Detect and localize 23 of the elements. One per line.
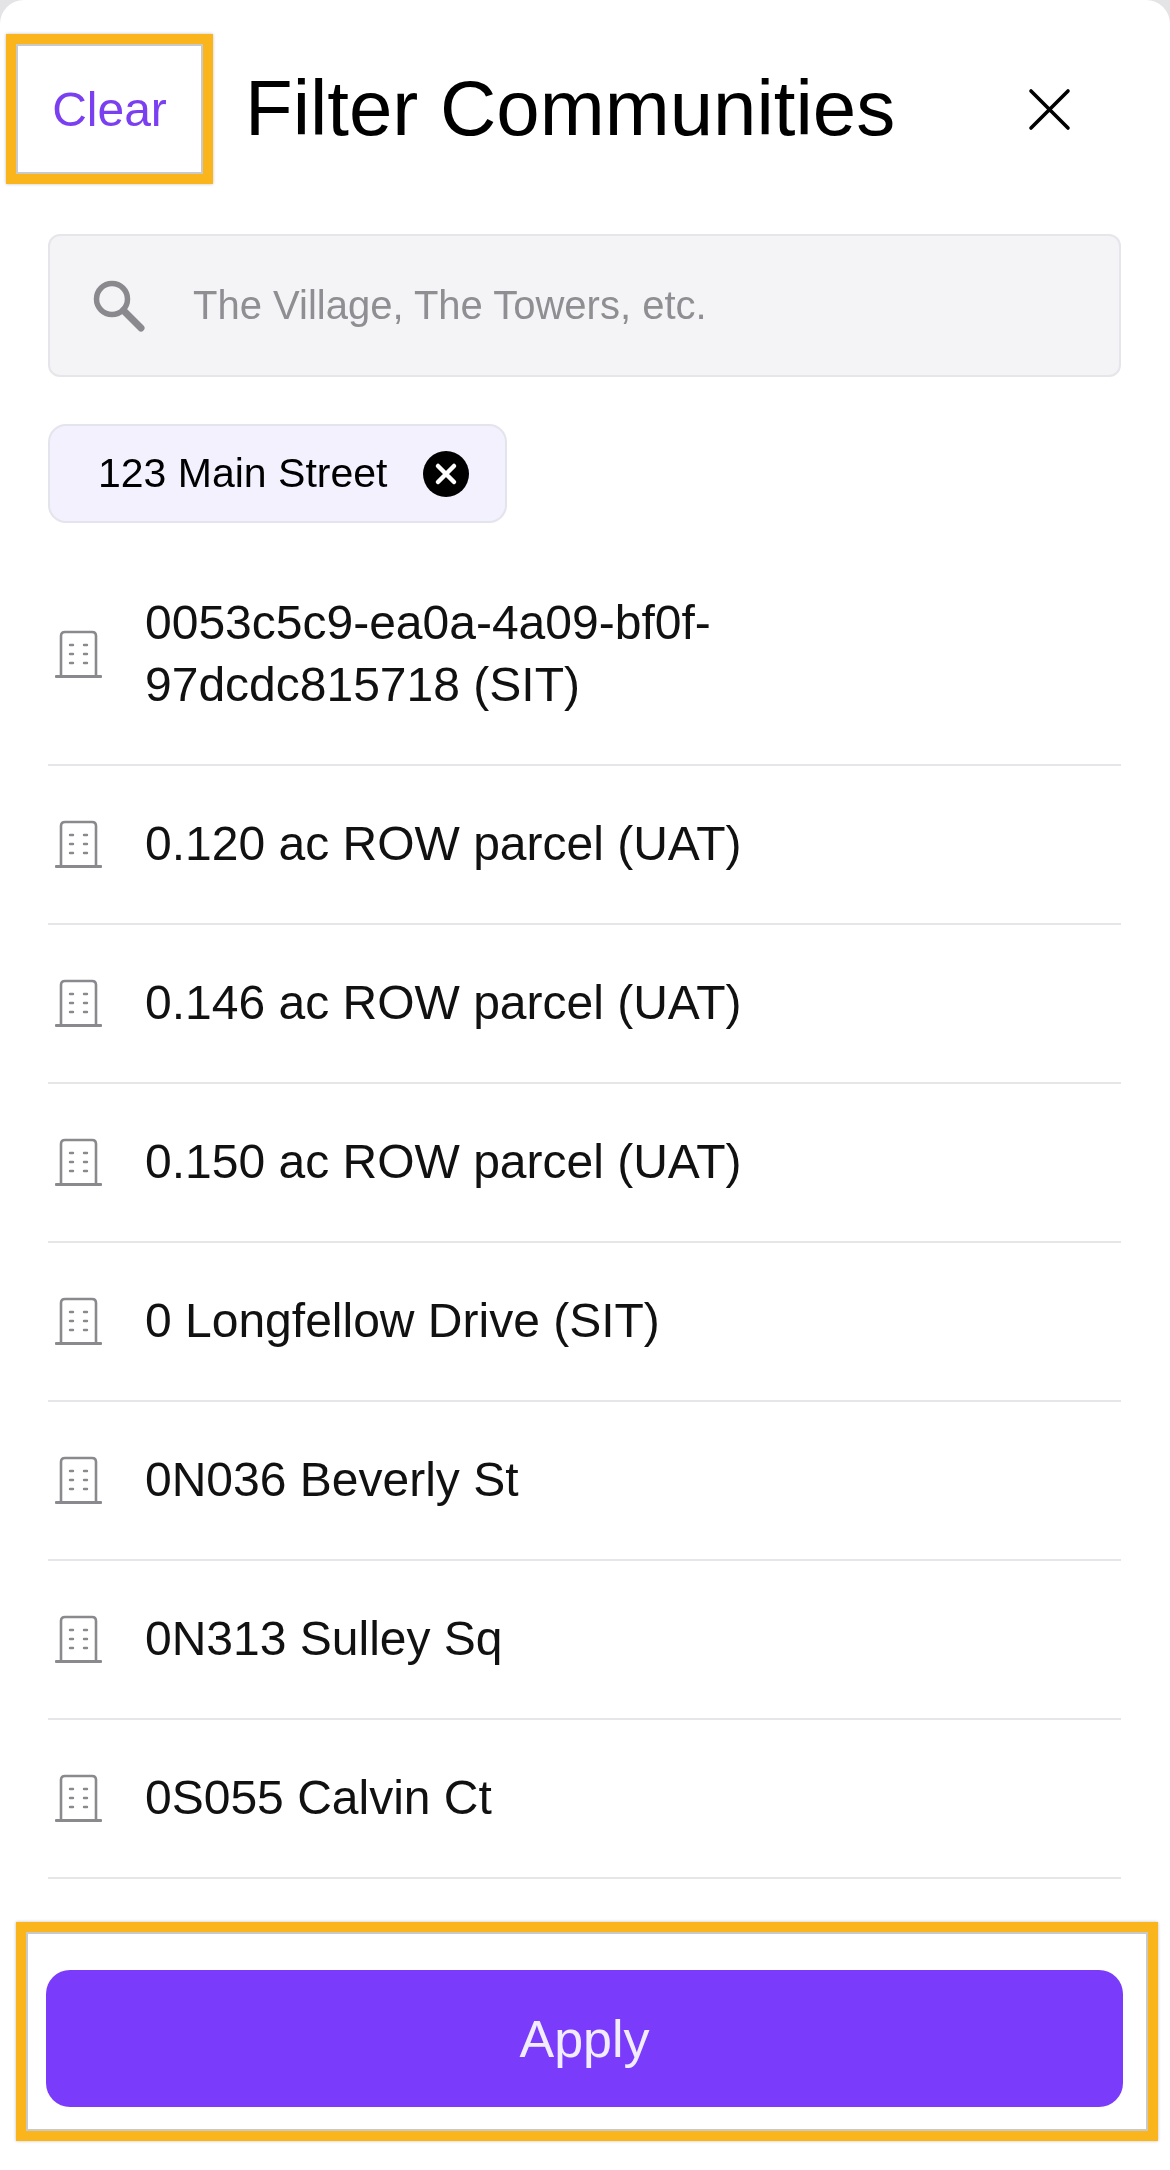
community-name[interactable]: 0 Longfellow Drive (SIT): [145, 1290, 660, 1352]
community-name[interactable]: 0N036 Beverly St: [145, 1449, 519, 1511]
chip-label: 123 Main Street: [98, 450, 388, 497]
building-icon: [55, 1774, 102, 1822]
building-icon: [55, 820, 102, 868]
community-name[interactable]: 0053c5c9-ea0a-4a09-bf0f-97dcdc815718 (SIT): [145, 592, 991, 716]
building-icon: [55, 1456, 102, 1504]
remove-icon[interactable]: [423, 450, 470, 497]
building-icon: [55, 1615, 102, 1663]
search-icon: [91, 278, 145, 332]
community-name[interactable]: 0N313 Sulley Sq: [145, 1608, 503, 1670]
community-name[interactable]: 0.120 ac ROW parcel (UAT): [145, 813, 742, 875]
close-icon[interactable]: [1027, 86, 1072, 132]
building-icon: [55, 630, 102, 678]
building-icon: [55, 979, 102, 1027]
apply-button[interactable]: Apply: [46, 1970, 1123, 2107]
community-name[interactable]: 0S055 Calvin Ct: [145, 1767, 492, 1829]
community-name[interactable]: 0.150 ac ROW parcel (UAT): [145, 1131, 742, 1193]
sheet-title: Filter Communities: [245, 66, 897, 152]
community-name[interactable]: 0.146 ac ROW parcel (UAT): [145, 972, 742, 1034]
search-field[interactable]: The Village, The Towers, etc.: [48, 234, 1121, 377]
building-icon: [55, 1297, 102, 1345]
building-icon: [55, 1138, 102, 1186]
